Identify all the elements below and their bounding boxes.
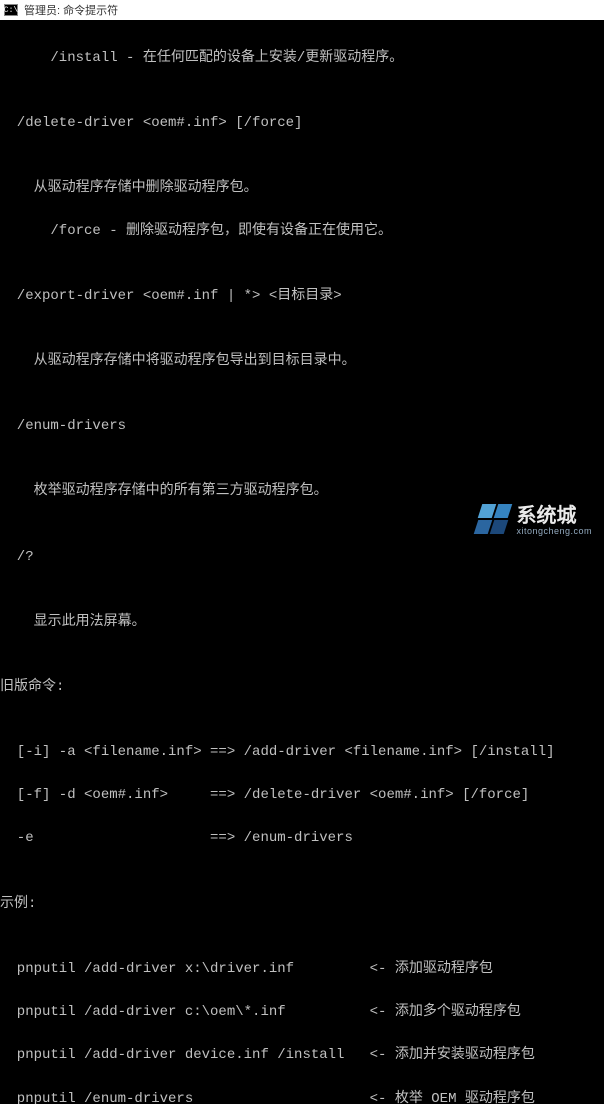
output-line: [-f] -d <oem#.inf> ==> /delete-driver <o… — [0, 785, 604, 807]
output-line: 显示此用法屏幕。 — [0, 612, 604, 634]
output-line: 旧版命令: — [0, 677, 604, 699]
output-line: -e ==> /enum-drivers — [0, 828, 604, 850]
output-line: pnputil /add-driver x:\driver.inf <- 添加驱… — [0, 959, 604, 981]
output-line: /export-driver <oem#.inf | *> <目标目录> — [0, 286, 604, 308]
window-titlebar[interactable]: C:\ 管理员: 命令提示符 — [0, 0, 604, 20]
output-line: /install - 在任何匹配的设备上安装/更新驱动程序。 — [0, 48, 604, 70]
output-line: /enum-drivers — [0, 416, 604, 438]
output-line: 从驱动程序存储中将驱动程序包导出到目标目录中。 — [0, 351, 604, 373]
terminal-output: /install - 在任何匹配的设备上安装/更新驱动程序。 /delete-d… — [0, 20, 604, 1104]
output-line: 枚举驱动程序存储中的所有第三方驱动程序包。 — [0, 481, 604, 503]
output-line: /delete-driver <oem#.inf> [/force] — [0, 113, 604, 135]
output-line: pnputil /add-driver c:\oem\*.inf <- 添加多个… — [0, 1002, 604, 1024]
output-line: pnputil /add-driver device.inf /install … — [0, 1045, 604, 1067]
output-line: /? — [0, 547, 604, 569]
output-line: [-i] -a <filename.inf> ==> /add-driver <… — [0, 742, 604, 764]
window-title: 管理员: 命令提示符 — [24, 2, 118, 18]
output-line: pnputil /enum-drivers <- 枚举 OEM 驱动程序包 — [0, 1089, 604, 1104]
output-line: 从驱动程序存储中删除驱动程序包。 — [0, 178, 604, 200]
output-line: 示例: — [0, 894, 604, 916]
cmd-icon: C:\ — [4, 4, 18, 16]
output-line: /force - 删除驱动程序包，即使有设备正在使用它。 — [0, 221, 604, 243]
